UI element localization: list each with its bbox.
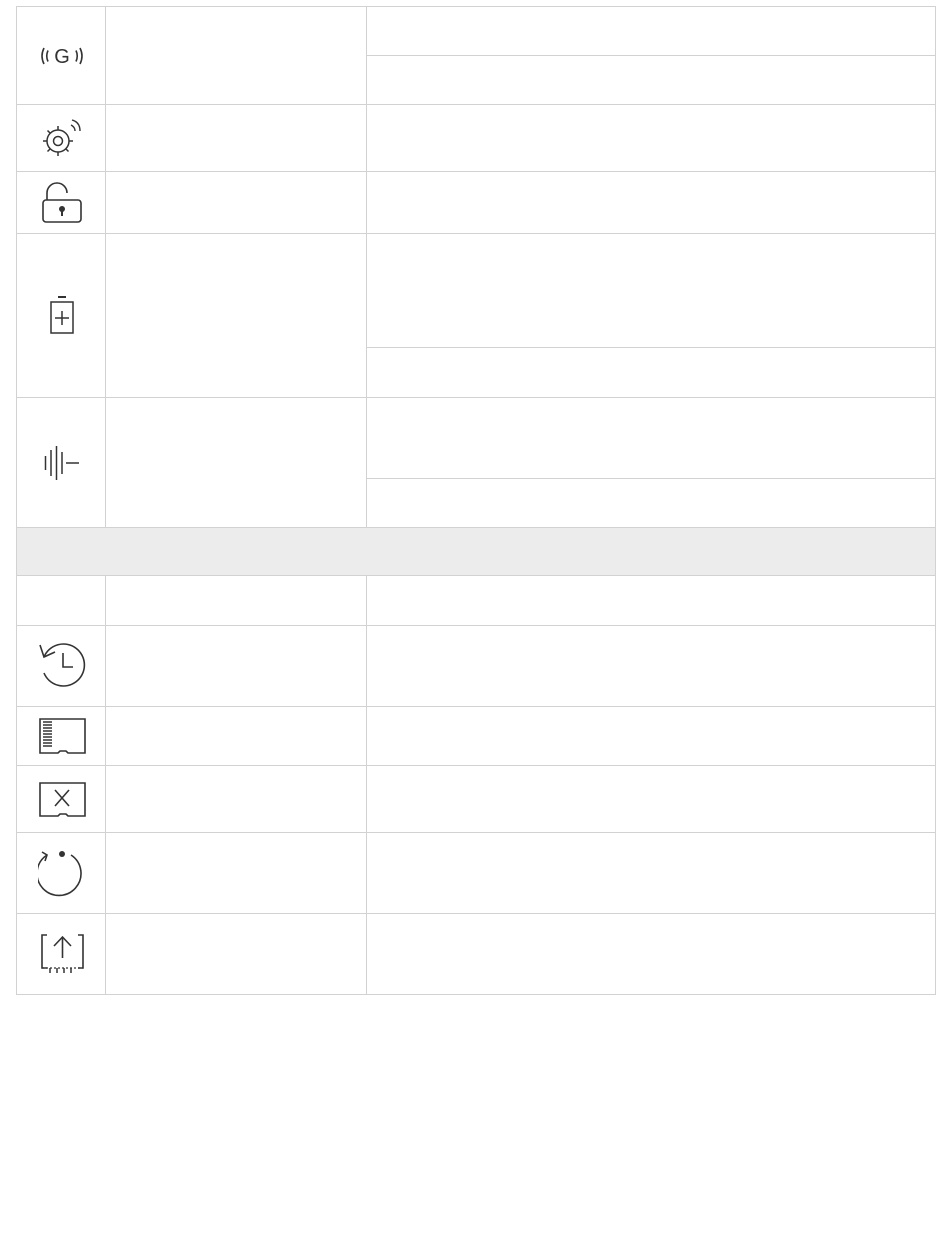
gear-wireless-icon	[38, 116, 86, 160]
unlocked-padlock-icon	[40, 182, 84, 226]
section-header-row	[17, 528, 935, 575]
gps-signal-icon: G	[38, 42, 86, 70]
restart-icon	[38, 848, 88, 900]
svg-text:G: G	[54, 46, 70, 68]
vibration-icon	[42, 444, 82, 482]
sd-card-error-icon	[38, 780, 88, 820]
history-clock-icon	[38, 641, 88, 689]
sd-card-icon	[38, 716, 88, 756]
battery-charging-icon	[48, 294, 76, 336]
firmware-upload-icon	[38, 931, 88, 977]
